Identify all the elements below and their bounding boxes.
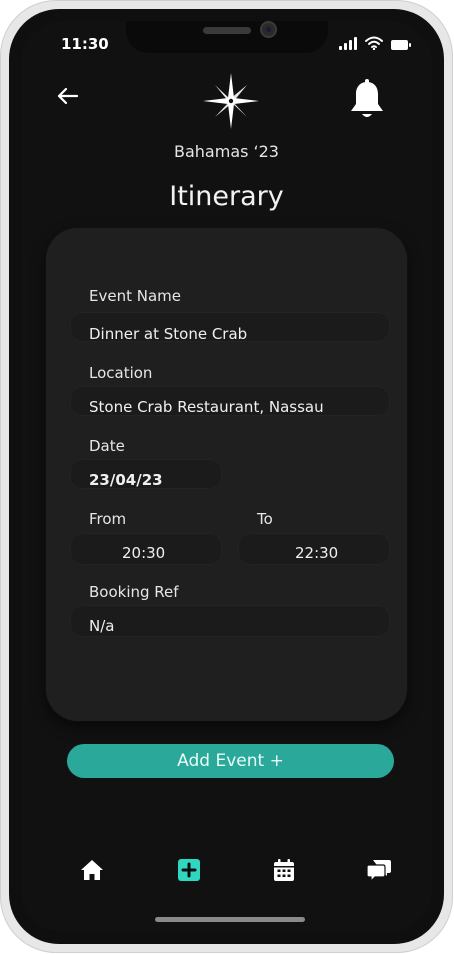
- event-form-card: Event Name Dinner at Stone Crab Location…: [46, 228, 407, 721]
- date-value: 23/04/23: [89, 471, 163, 489]
- to-time-value: 22:30: [295, 544, 339, 562]
- plus-square-icon[interactable]: [176, 857, 202, 883]
- battery-icon: [391, 40, 411, 50]
- page-title: Itinerary: [169, 181, 284, 212]
- date-label: Date: [89, 437, 125, 455]
- app-screen: 11:30 Bahamas ‘23 Itinerary Event Name D…: [21, 21, 432, 932]
- bell-icon[interactable]: [348, 79, 386, 121]
- from-time-value: 20:30: [122, 544, 166, 562]
- bottom-nav: [21, 857, 432, 885]
- camera: [260, 21, 277, 38]
- booking-ref-label: Booking Ref: [89, 583, 179, 601]
- chat-icon[interactable]: [366, 857, 392, 883]
- compass-star-logo: [203, 73, 259, 129]
- from-label: From: [89, 510, 127, 528]
- speaker: [203, 27, 251, 34]
- signal-icon: [339, 37, 357, 50]
- home-indicator[interactable]: [155, 917, 305, 922]
- to-label: To: [257, 510, 273, 528]
- trip-name: Bahamas ‘23: [174, 142, 279, 161]
- booking-ref-value: N/a: [89, 617, 115, 635]
- notch: [126, 21, 328, 53]
- status-time: 11:30: [61, 35, 109, 53]
- back-arrow-icon[interactable]: [55, 83, 81, 109]
- status-icons: [339, 36, 411, 50]
- wifi-icon: [365, 36, 383, 50]
- location-label: Location: [89, 364, 153, 382]
- add-event-button[interactable]: Add Event +: [67, 744, 394, 778]
- home-icon[interactable]: [79, 857, 105, 883]
- location-value: Stone Crab Restaurant, Nassau: [89, 398, 324, 416]
- event-name-label: Event Name: [89, 287, 181, 305]
- event-name-value: Dinner at Stone Crab: [89, 325, 248, 343]
- booking-ref-field[interactable]: [70, 605, 390, 637]
- calendar-icon[interactable]: [271, 857, 297, 883]
